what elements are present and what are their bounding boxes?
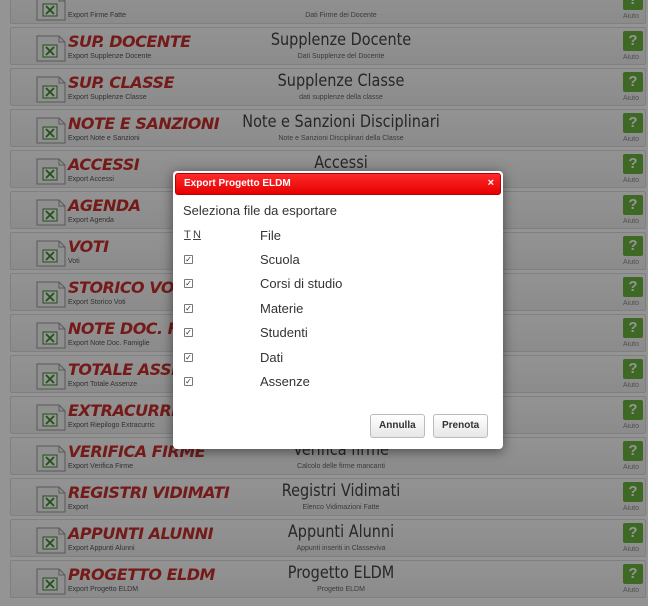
file-checkbox[interactable]: ✓ [184, 255, 193, 264]
column-header-n: N [193, 229, 201, 241]
file-checkbox[interactable]: ✓ [184, 352, 193, 362]
prenota-button[interactable]: Prenota [433, 414, 489, 438]
close-icon[interactable]: × [488, 177, 494, 189]
column-header-file: File [260, 228, 281, 243]
dialog-label: Seleziona file da esportare [183, 203, 337, 218]
export-dialog: Export Progetto ELDM × Seleziona file da… [173, 171, 503, 449]
file-checkbox[interactable]: ✓ [184, 279, 193, 289]
dialog-title: Export Progetto ELDM [184, 178, 291, 189]
file-name: Dati [260, 349, 284, 365]
file-name: Materie [260, 300, 304, 316]
file-row: ✓ Corsi di studio [173, 276, 503, 300]
file-row: ✓ Scuola [173, 252, 503, 276]
file-row: ✓ Assenze [173, 374, 503, 398]
file-row: ✓ Studenti [173, 325, 503, 349]
file-row: ✓ Materie [173, 301, 503, 325]
file-name: Corsi di studio [260, 276, 343, 292]
file-checkbox[interactable]: ✓ [184, 377, 193, 386]
dialog-header: Export Progetto ELDM × [175, 173, 501, 195]
file-name: Scuola [260, 252, 300, 267]
file-row: ✓ Dati [173, 350, 503, 374]
file-name: Studenti [260, 325, 308, 341]
column-header-t: T [184, 229, 191, 241]
file-name: Assenze [260, 374, 310, 389]
cancel-button[interactable]: Annulla [370, 414, 425, 438]
file-checkbox[interactable]: ✓ [184, 328, 193, 338]
file-checkbox[interactable]: ✓ [184, 303, 193, 313]
